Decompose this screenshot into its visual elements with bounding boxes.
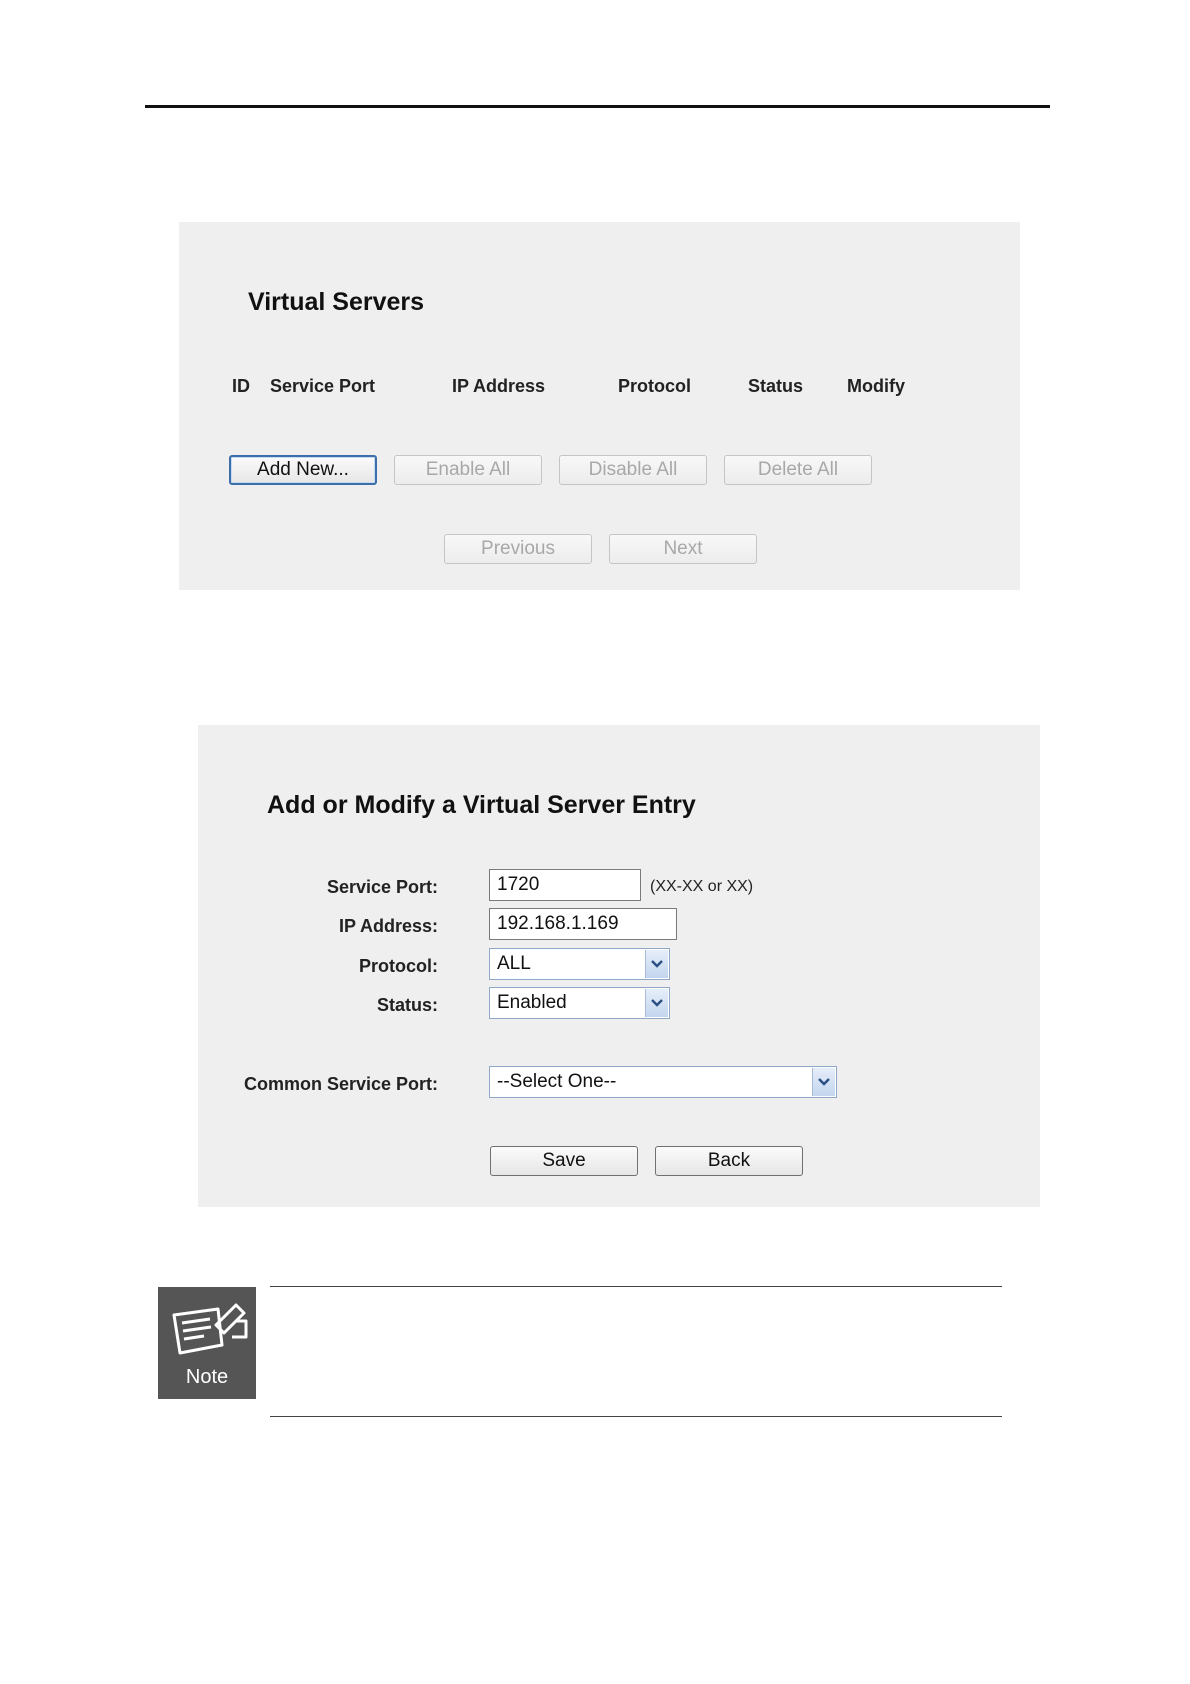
note-bottom-rule <box>270 1416 1002 1417</box>
common-service-port-select[interactable]: --Select One-- <box>489 1066 837 1098</box>
add-new-button[interactable]: Add New... <box>229 455 377 485</box>
common-service-port-selected-value: --Select One-- <box>497 1071 617 1092</box>
status-select[interactable]: Enabled <box>489 987 670 1019</box>
virtual-servers-panel: Virtual Servers ID Service Port IP Addre… <box>179 222 1020 590</box>
delete-all-button[interactable]: Delete All <box>724 455 872 485</box>
chevron-down-icon[interactable] <box>812 1068 835 1096</box>
header-rule <box>145 105 1050 108</box>
service-port-input[interactable]: 1720 <box>489 869 641 901</box>
note-icon-label: Note <box>185 1366 229 1388</box>
column-header-protocol: Protocol <box>618 376 692 396</box>
status-selected-value: Enabled <box>497 992 567 1013</box>
status-label: Status: <box>376 995 438 1015</box>
service-port-label: Service Port: <box>326 877 438 897</box>
next-button[interactable]: Next <box>609 534 757 564</box>
column-header-ip-address: IP Address <box>452 376 546 396</box>
column-header-id: ID <box>232 376 250 396</box>
chevron-down-icon[interactable] <box>645 989 668 1017</box>
protocol-selected-value: ALL <box>497 953 531 974</box>
protocol-select[interactable]: ALL <box>489 948 670 980</box>
column-header-modify: Modify <box>847 376 905 396</box>
previous-button[interactable]: Previous <box>444 534 592 564</box>
disable-all-button[interactable]: Disable All <box>559 455 707 485</box>
common-service-port-label: Common Service Port: <box>243 1074 438 1094</box>
chevron-down-icon[interactable] <box>645 950 668 978</box>
enable-all-button[interactable]: Enable All <box>394 455 542 485</box>
note-icon: Note <box>158 1287 256 1399</box>
column-header-service-port: Service Port <box>270 376 376 396</box>
column-header-status: Status <box>748 376 804 396</box>
add-modify-entry-panel: Add or Modify a Virtual Server Entry Ser… <box>198 725 1040 1207</box>
entry-form-title: Add or Modify a Virtual Server Entry <box>267 791 696 819</box>
service-port-hint: (XX-XX or XX) <box>650 878 754 895</box>
save-button[interactable]: Save <box>490 1146 638 1176</box>
virtual-servers-title: Virtual Servers <box>248 288 425 316</box>
ip-address-label: IP Address: <box>338 916 438 936</box>
protocol-label: Protocol: <box>359 956 438 976</box>
ip-address-input[interactable]: 192.168.1.169 <box>489 908 677 940</box>
note-top-rule <box>270 1286 1002 1287</box>
back-button[interactable]: Back <box>655 1146 803 1176</box>
